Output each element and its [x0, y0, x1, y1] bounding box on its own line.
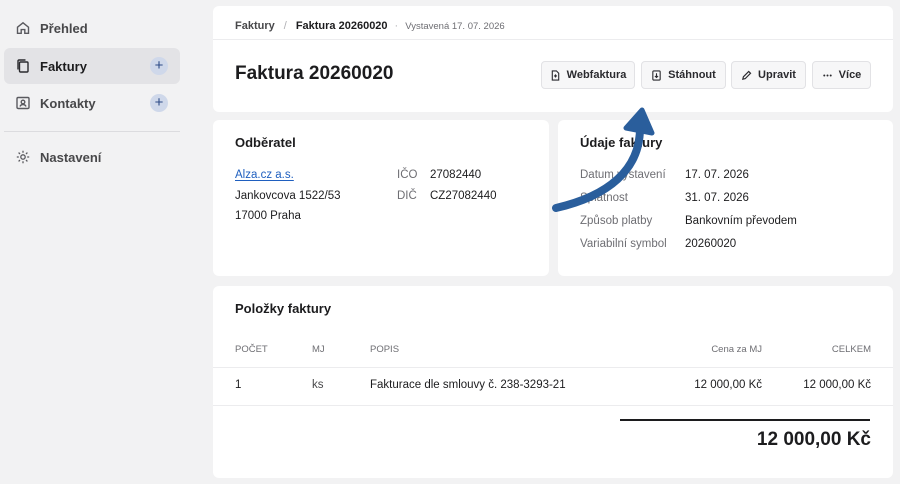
col-header-unit: MJ: [312, 344, 325, 355]
download-button[interactable]: Stáhnout: [641, 61, 726, 89]
customer-card: Odběratel Alza.cz a.s. Jankovcova 1522/5…: [213, 120, 549, 276]
breadcrumb-dot: ·: [394, 20, 399, 32]
issued-date: Vystavená 17. 07. 2026: [405, 20, 505, 32]
payment-method-value: Bankovním převodem: [685, 215, 797, 227]
customer-street: Jankovcova 1522/53: [235, 190, 341, 202]
details-title: Údaje faktury: [580, 135, 663, 150]
ico-value: 27082440: [430, 169, 482, 181]
payment-method-label: Způsob platby: [580, 215, 653, 227]
gear-icon: [15, 149, 31, 165]
total-divider: [620, 419, 870, 421]
col-header-desc: POPIS: [370, 344, 400, 355]
col-header-qty: POČET: [235, 344, 268, 355]
webfaktura-label: Webfaktura: [566, 69, 627, 81]
variable-symbol-value: 20260020: [685, 238, 737, 250]
invoice-items-card: Položky faktury POČET MJ POPIS Cena za M…: [213, 286, 893, 478]
header-row-divider: [213, 367, 893, 368]
cell-total: 12 000,00 Kč: [803, 379, 871, 391]
breadcrumb: Faktury / Faktura 20260020 · Vystavená 1…: [235, 20, 505, 32]
sidebar-item-label: Přehled: [40, 20, 88, 36]
items-title: Položky faktury: [235, 301, 332, 316]
sidebar-divider: [4, 131, 180, 132]
download-label: Stáhnout: [668, 69, 716, 81]
header-divider: [213, 39, 893, 40]
sidebar-item-label: Nastavení: [40, 149, 102, 165]
sidebar-item-nastaveni[interactable]: Nastavení: [4, 139, 180, 175]
edit-label: Upravit: [758, 69, 796, 81]
issue-date-value: 17. 07. 2026: [685, 169, 749, 181]
documents-icon: [15, 58, 31, 74]
row-divider: [213, 405, 893, 406]
contact-card-icon: [15, 95, 31, 111]
cell-unit: ks: [312, 379, 324, 391]
edit-button[interactable]: Upravit: [731, 61, 806, 89]
breadcrumb-current: Faktura 20260020: [295, 20, 388, 32]
dic-label: DIČ: [397, 190, 417, 202]
download-icon: [652, 69, 661, 81]
dic-value: CZ27082440: [430, 190, 497, 202]
sidebar-item-label: Kontakty: [40, 95, 96, 111]
issue-date-label: Datum vystavení: [580, 169, 666, 181]
cell-desc: Fakturace dle smlouvy č. 238-3293-21: [370, 379, 566, 391]
invoice-header: Faktury / Faktura 20260020 · Vystavená 1…: [213, 6, 893, 112]
customer-title: Odběratel: [235, 135, 296, 150]
breadcrumb-faktury[interactable]: Faktury: [235, 20, 275, 32]
home-icon: [15, 20, 31, 36]
add-invoice-button[interactable]: +: [150, 57, 168, 75]
sidebar: Přehled Faktury + Kontakty + Nastavení: [0, 0, 190, 484]
due-date-label: Splatnost: [580, 192, 628, 204]
due-date-value: 31. 07. 2026: [685, 192, 749, 204]
web-document-icon: [551, 69, 559, 81]
col-header-total: CELKEM: [831, 344, 871, 355]
ico-label: IČO: [397, 169, 418, 181]
sidebar-item-kontakty[interactable]: Kontakty +: [4, 85, 180, 121]
grand-total: 12 000,00 Kč: [756, 429, 871, 450]
more-label: Více: [838, 69, 862, 81]
customer-city: 17000 Praha: [235, 210, 301, 222]
cell-price: 12 000,00 Kč: [694, 379, 762, 391]
col-header-price: Cena za MJ: [711, 344, 762, 355]
webfaktura-button[interactable]: Webfaktura: [541, 61, 635, 89]
ellipsis-icon: [822, 73, 832, 77]
invoice-details-card: Údaje faktury Datum vystavení 17. 07. 20…: [558, 120, 893, 276]
sidebar-item-label: Faktury: [40, 58, 87, 74]
sidebar-item-faktury[interactable]: Faktury +: [4, 48, 180, 84]
page-title: Faktura 20260020: [235, 63, 394, 84]
variable-symbol-label: Variabilní symbol: [580, 238, 667, 250]
more-button[interactable]: Více: [812, 61, 871, 89]
customer-name-link[interactable]: Alza.cz a.s.: [235, 169, 294, 181]
add-contact-button[interactable]: +: [150, 94, 168, 112]
pencil-icon: [742, 70, 752, 80]
cell-qty: 1: [235, 379, 242, 391]
breadcrumb-separator: /: [283, 20, 287, 32]
sidebar-item-prehled[interactable]: Přehled: [4, 10, 180, 46]
